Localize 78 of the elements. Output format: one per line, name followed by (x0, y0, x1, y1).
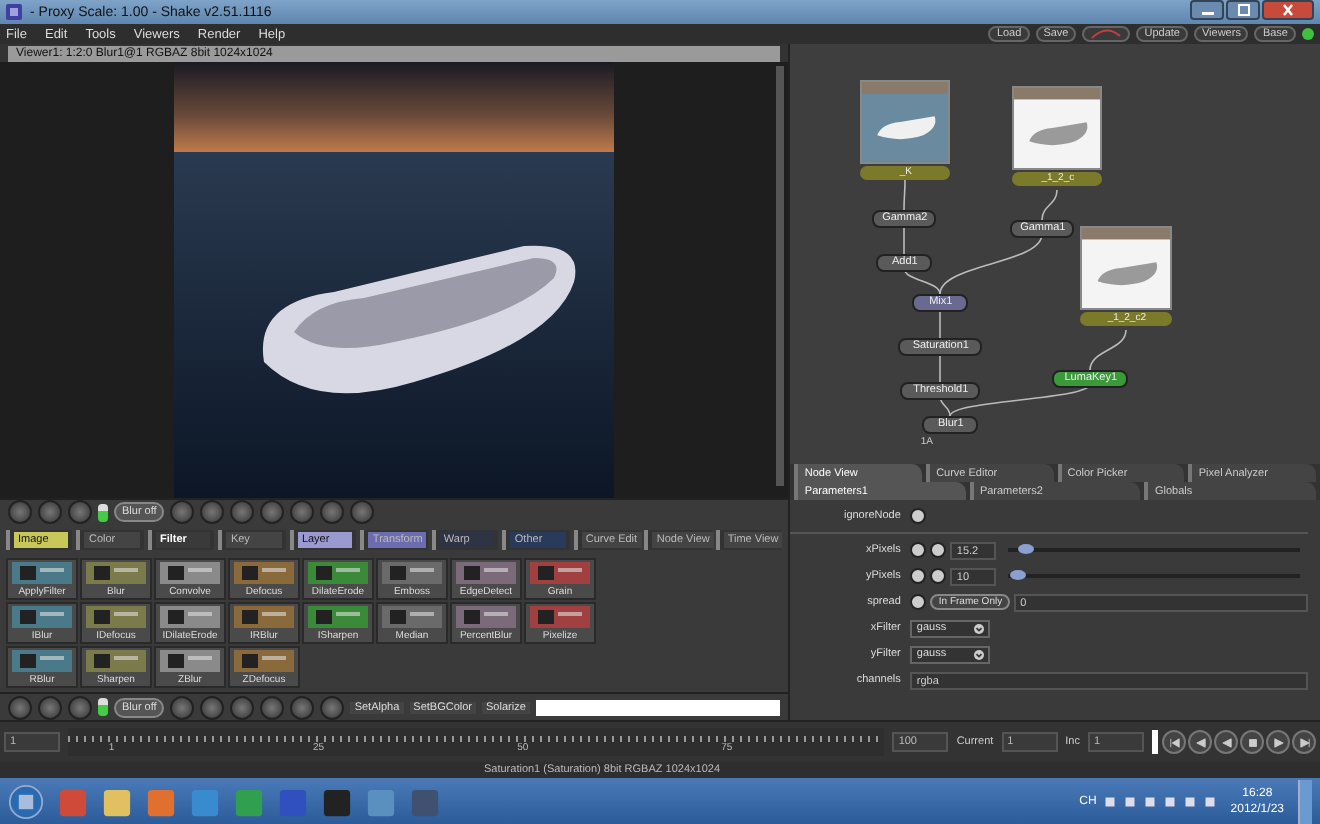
taskbar-app-icon[interactable] (410, 787, 440, 817)
tool-thumbnail-icon (12, 605, 72, 628)
viewer-tool-button[interactable] (200, 695, 225, 719)
tool-thumbnail-icon (160, 561, 220, 584)
tool-thumbnail-icon (86, 605, 146, 628)
playback-button[interactable] (1214, 730, 1238, 754)
playback-icon (1167, 735, 1181, 749)
viewer-tool-button[interactable] (38, 500, 62, 525)
tool-thumbnail-icon (530, 605, 590, 628)
connector-line (940, 351, 942, 383)
playback-button[interactable] (1240, 730, 1264, 754)
taskbar-app-icon[interactable] (190, 787, 220, 817)
viewer-tool-button[interactable] (260, 500, 285, 525)
viewer-tool-button[interactable] (170, 695, 195, 719)
playback-button[interactable] (1266, 730, 1290, 754)
viewer-tool-button[interactable] (230, 695, 255, 719)
tool-thumbnail-icon (456, 605, 516, 628)
connector-line (940, 307, 942, 339)
viewer-tool-button[interactable] (320, 695, 345, 719)
status-led-icon (1302, 28, 1314, 40)
tool-thumbnail-icon (160, 605, 220, 628)
taskbar-app-icon[interactable] (146, 787, 176, 817)
viewer-tool-button[interactable] (260, 695, 285, 719)
viewer-tool-button[interactable] (320, 500, 345, 525)
close-button[interactable] (1262, 0, 1314, 20)
start-button[interactable] (8, 784, 44, 820)
viewer-tool-button[interactable] (200, 500, 225, 525)
viewer-tool-button[interactable] (68, 695, 92, 719)
tool-thumbnail-icon (308, 605, 368, 628)
minimize-button[interactable] (1190, 0, 1224, 20)
playback-button[interactable] (1188, 730, 1212, 754)
slider-thumb[interactable] (1018, 544, 1035, 554)
boat-thumbnail-drawing (1012, 86, 1103, 170)
tool-thumbnail-icon (12, 561, 72, 584)
toggle-button[interactable] (910, 508, 927, 524)
taskbar-app-icon[interactable] (366, 787, 396, 817)
tool-thumbnail-icon (160, 649, 220, 672)
viewer-tool-button[interactable] (290, 695, 315, 719)
tool-thumbnail-icon (86, 561, 146, 584)
app-icon (6, 4, 22, 20)
tool-thumbnail-icon (234, 649, 294, 672)
connector-line (904, 179, 907, 211)
viewer-tool-button[interactable] (8, 500, 32, 525)
taskbar-app-icon[interactable] (234, 787, 264, 817)
playback-button[interactable] (1292, 730, 1316, 754)
boat-thumbnail-drawing (860, 80, 951, 164)
tool-thumbnail-icon (382, 561, 442, 584)
curve-icon (1090, 28, 1123, 40)
playback-button[interactable] (1162, 730, 1186, 754)
viewer-tool-button[interactable] (230, 500, 255, 525)
taskbar-app-icon[interactable] (102, 787, 132, 817)
viewer-tool-button[interactable] (350, 500, 375, 525)
connector-line (1090, 329, 1128, 371)
tool-thumbnail-icon (308, 561, 368, 584)
caret-icon (974, 649, 985, 659)
taskbar-app-icon[interactable] (322, 787, 352, 817)
connector-line (904, 223, 906, 255)
tool-thumbnail-icon (456, 561, 516, 584)
maximize-button[interactable] (1226, 0, 1260, 20)
slider-thumb[interactable] (1009, 570, 1026, 580)
tool-thumbnail-icon (12, 649, 72, 672)
tool-thumbnail-icon (382, 605, 442, 628)
viewer-tool-button[interactable] (68, 500, 92, 525)
tool-thumbnail-icon (86, 649, 146, 672)
maximize-icon (1235, 4, 1251, 16)
viewer-tool-button[interactable] (8, 695, 32, 719)
tool-thumbnail-icon (530, 561, 590, 584)
scrollbar[interactable] (776, 66, 785, 486)
tool-thumbnail-icon (234, 605, 294, 628)
viewer-tool-button[interactable] (38, 695, 62, 719)
viewer-tool-button[interactable] (170, 500, 195, 525)
playback-icon (1297, 735, 1311, 749)
tool-thumbnail-icon (234, 561, 294, 584)
viewer-tool-button[interactable] (290, 500, 315, 525)
close-icon (1280, 4, 1296, 16)
boat-thumbnail-drawing (1080, 226, 1173, 310)
connector-line (1042, 189, 1059, 221)
caret-icon (974, 623, 985, 633)
